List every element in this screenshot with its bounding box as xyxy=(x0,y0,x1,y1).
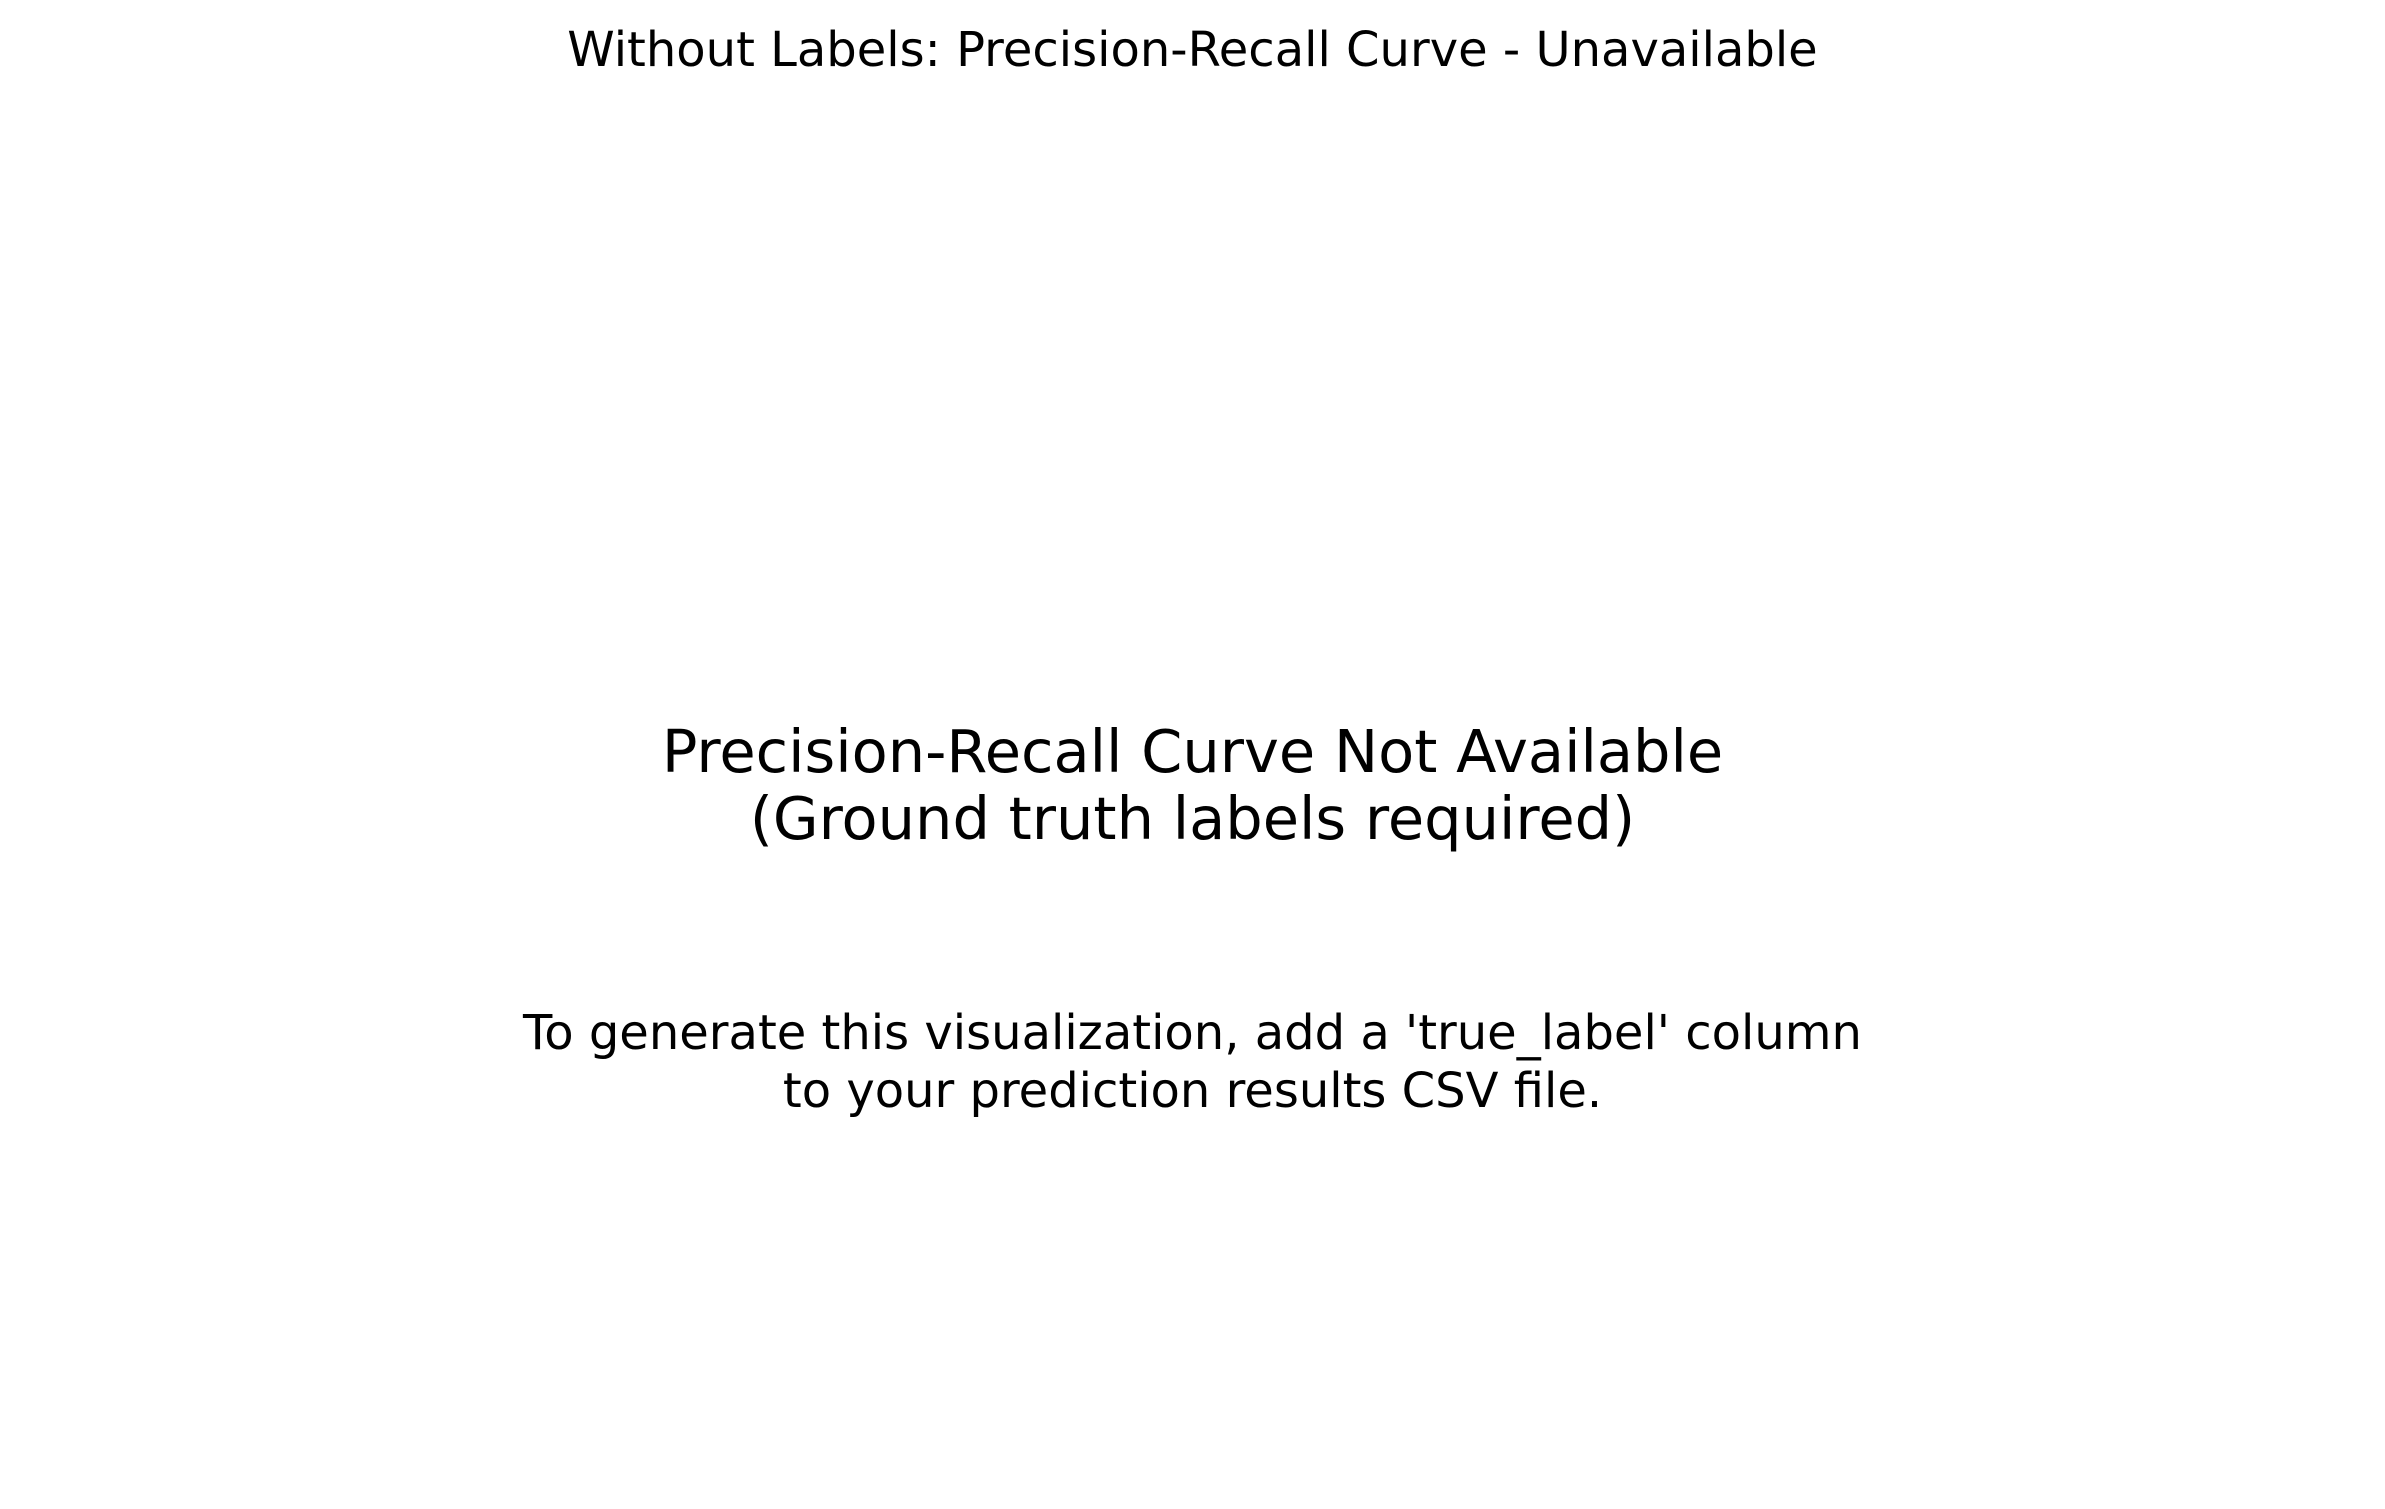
instruction-message-line-1: To generate this visualization, add a 't… xyxy=(523,1005,1862,1061)
unavailable-message: Precision-Recall Curve Not Available (Gr… xyxy=(0,718,2385,852)
instruction-message: To generate this visualization, add a 't… xyxy=(0,1004,2385,1120)
chart-title: Without Labels: Precision-Recall Curve -… xyxy=(567,22,1818,78)
instruction-message-line-2: to your prediction results CSV file. xyxy=(782,1063,1603,1119)
unavailable-message-line-1: Precision-Recall Curve Not Available xyxy=(661,717,1724,786)
chart-figure: Without Labels: Precision-Recall Curve -… xyxy=(0,0,2385,1509)
unavailable-message-line-2: (Ground truth labels required) xyxy=(749,784,1636,853)
